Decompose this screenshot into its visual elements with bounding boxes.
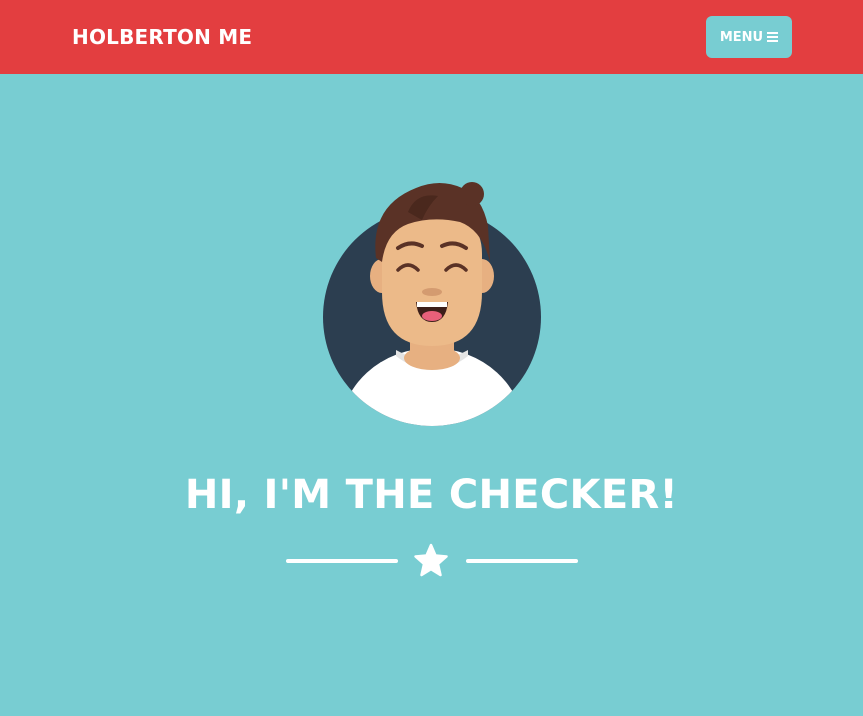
brand-link[interactable]: HOLBERTON ME [72, 24, 252, 50]
divider-line-right [466, 559, 578, 563]
menu-button[interactable]: MENU [706, 16, 792, 58]
hamburger-icon [767, 32, 779, 42]
menu-label: MENU [719, 29, 764, 45]
top-navbar: HOLBERTON ME MENU [0, 0, 863, 74]
page-title: HI, I'M THE CHECKER! [184, 472, 679, 518]
star-divider [286, 540, 578, 580]
avatar-icon [323, 182, 541, 426]
star-icon [414, 543, 448, 577]
divider-line-left [286, 559, 398, 563]
